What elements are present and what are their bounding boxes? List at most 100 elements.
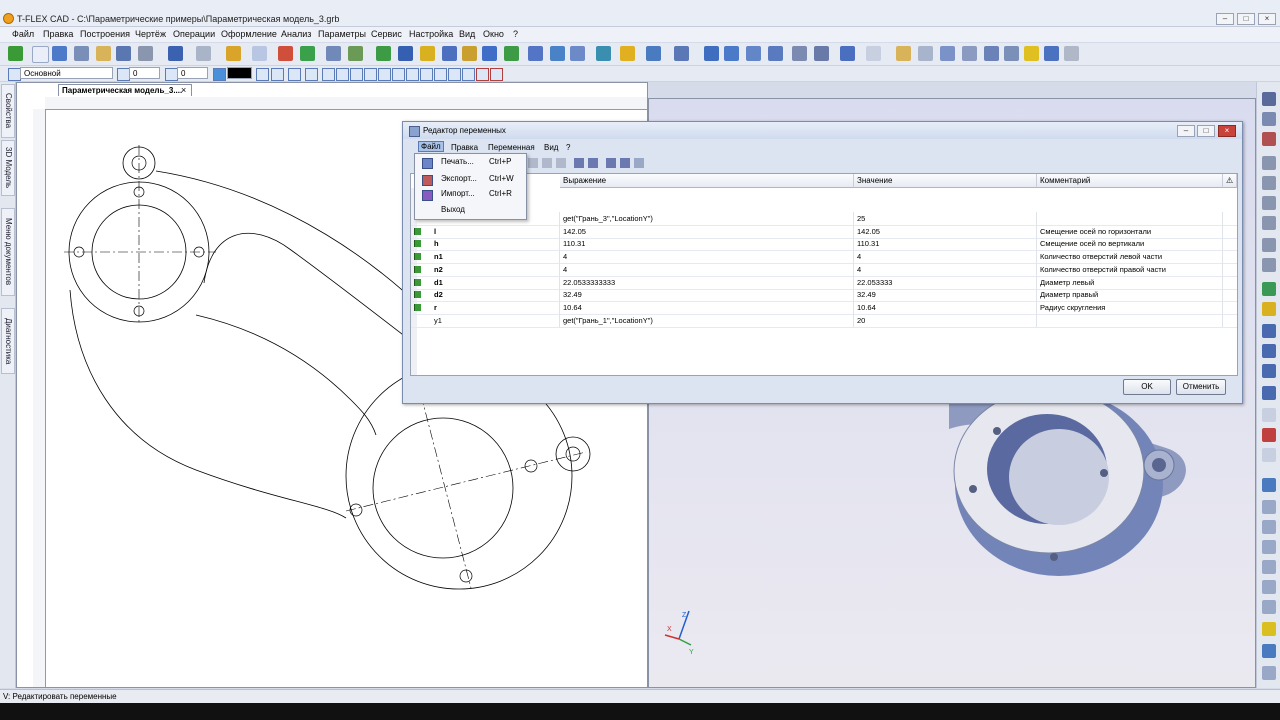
spline-icon[interactable] xyxy=(724,46,739,61)
face-snap-icon[interactable] xyxy=(1262,344,1276,358)
paste-var-icon[interactable] xyxy=(542,158,552,168)
zoom-scale-icon[interactable] xyxy=(1262,238,1276,252)
close-tab-icon[interactable]: × xyxy=(181,85,186,95)
menu-drawing[interactable]: Чертёж xyxy=(135,29,166,39)
zoom-next-icon[interactable] xyxy=(1262,216,1276,230)
cell-value[interactable]: 22.053333 xyxy=(854,275,1037,289)
snap3-icon[interactable] xyxy=(350,68,363,81)
save-icon[interactable] xyxy=(116,46,131,61)
node-icon[interactable] xyxy=(278,46,293,61)
edge-snap-icon[interactable] xyxy=(1262,324,1276,338)
zoom-all-icon[interactable] xyxy=(1262,156,1276,170)
view-right-icon[interactable] xyxy=(1262,560,1276,574)
grid-toggle-icon[interactable] xyxy=(305,68,318,81)
select-icon[interactable] xyxy=(1262,448,1276,462)
tolerance-icon[interactable] xyxy=(940,46,955,61)
shading-icon[interactable] xyxy=(1262,622,1276,636)
cancel-button[interactable]: Отменить xyxy=(1176,379,1226,395)
dialog-menu-file[interactable]: Файл xyxy=(418,141,444,152)
print-icon[interactable] xyxy=(138,46,153,61)
snap8-icon[interactable] xyxy=(420,68,433,81)
snap11-icon[interactable] xyxy=(462,68,475,81)
menu-window[interactable]: Окно xyxy=(483,29,504,39)
table-icon[interactable] xyxy=(918,46,933,61)
cell-comment[interactable]: Количество отверстий правой части xyxy=(1037,262,1223,276)
view-iso-icon[interactable] xyxy=(1262,478,1276,492)
check-icon[interactable] xyxy=(1262,428,1276,442)
zoom-fit-icon[interactable] xyxy=(1262,176,1276,190)
workplane-icon[interactable] xyxy=(300,46,315,61)
hatch-icon[interactable] xyxy=(1004,46,1019,61)
tab-diagnostics[interactable]: Диагностика xyxy=(1,308,15,374)
spring-icon[interactable] xyxy=(620,46,635,61)
hole-icon[interactable] xyxy=(504,46,519,61)
cell-value[interactable]: 25 xyxy=(854,212,1037,225)
menu-construct[interactable]: Построения xyxy=(80,29,130,39)
section-icon[interactable] xyxy=(814,46,829,61)
column-comment[interactable]: Комментарий xyxy=(1037,174,1223,188)
snap2-icon[interactable] xyxy=(336,68,349,81)
view-back-icon[interactable] xyxy=(1262,600,1276,614)
snap13-icon[interactable] xyxy=(490,68,503,81)
folder-icon[interactable] xyxy=(96,46,111,61)
view-front-icon[interactable] xyxy=(1262,500,1276,514)
cell-value[interactable]: 4 xyxy=(854,250,1037,264)
tab-document-menu[interactable]: Меню документов xyxy=(1,208,15,296)
line-tool-icon[interactable] xyxy=(226,46,241,61)
text-icon[interactable] xyxy=(896,46,911,61)
projection-icon[interactable] xyxy=(792,46,807,61)
cell-expr[interactable]: get("Грань_3","LocationY") xyxy=(560,212,854,225)
mid-snap-icon[interactable] xyxy=(1262,386,1276,400)
zoom-in-icon[interactable] xyxy=(1262,112,1276,126)
menu-operations[interactable]: Операции xyxy=(173,29,215,39)
view-left-icon[interactable] xyxy=(1262,540,1276,554)
menu-design[interactable]: Оформление xyxy=(221,29,277,39)
pan-icon[interactable] xyxy=(1262,132,1276,146)
menu-analysis[interactable]: Анализ xyxy=(281,29,311,39)
cell-name[interactable]: d2 xyxy=(431,288,560,302)
layer-select[interactable]: Основной xyxy=(20,67,113,79)
dialog-menu-help[interactable]: ? xyxy=(566,143,570,152)
cell-name[interactable]: n2 xyxy=(431,262,560,276)
lcs-icon[interactable] xyxy=(326,46,341,61)
cell-value[interactable]: 4 xyxy=(854,262,1037,276)
sweep-icon[interactable] xyxy=(746,46,761,61)
mirror-icon[interactable] xyxy=(570,46,585,61)
boolean-icon[interactable] xyxy=(442,46,457,61)
cell-expr[interactable]: 4 xyxy=(560,250,854,264)
menu-item-export[interactable]: Экспорт... Ctrl+W xyxy=(415,172,526,186)
copy-var-icon[interactable] xyxy=(528,158,538,168)
snap5-icon[interactable] xyxy=(378,68,391,81)
style-icon[interactable] xyxy=(256,68,269,81)
cell-comment[interactable] xyxy=(1037,313,1223,327)
copy-icon[interactable] xyxy=(596,46,611,61)
cell-name[interactable]: h xyxy=(431,237,560,251)
open-icon[interactable] xyxy=(74,46,89,61)
cell-expr[interactable]: 10.64 xyxy=(560,300,854,314)
shell-icon[interactable] xyxy=(528,46,543,61)
cell-comment[interactable]: Диаметр левый xyxy=(1037,275,1223,289)
menu-item-print[interactable]: Печать... Ctrl+P xyxy=(415,155,526,169)
tab-3d-model[interactable]: 3D Модель xyxy=(1,140,15,196)
menu-item-exit[interactable]: Выход xyxy=(415,203,526,217)
thread-icon[interactable] xyxy=(646,46,661,61)
color-swatch[interactable] xyxy=(227,67,252,79)
cell-comment[interactable]: Радиус скругления xyxy=(1037,300,1223,314)
snap4-icon[interactable] xyxy=(364,68,377,81)
redo-icon[interactable] xyxy=(196,46,211,61)
var-table-icon[interactable] xyxy=(588,158,598,168)
menu-parameters[interactable]: Параметры xyxy=(318,29,366,39)
center-snap-icon[interactable] xyxy=(1262,364,1276,378)
table-row[interactable]: y1 get("Грань_1","LocationY") 20 xyxy=(411,313,1237,328)
dialog-minimize-button[interactable]: – xyxy=(1177,125,1195,137)
dimension-icon[interactable] xyxy=(866,46,881,61)
var-icon[interactable] xyxy=(606,158,616,168)
leader-icon[interactable] xyxy=(984,46,999,61)
cell-comment[interactable]: Диаметр правый xyxy=(1037,288,1223,302)
toolbar-options-icon[interactable] xyxy=(634,158,644,168)
measure-icon[interactable] xyxy=(1044,46,1059,61)
surface-icon[interactable] xyxy=(704,46,719,61)
view-bottom-icon[interactable] xyxy=(1262,580,1276,594)
document-tab[interactable]: Параметрическая модель_3.... xyxy=(58,84,192,96)
menu-file[interactable]: Файл xyxy=(12,29,34,39)
